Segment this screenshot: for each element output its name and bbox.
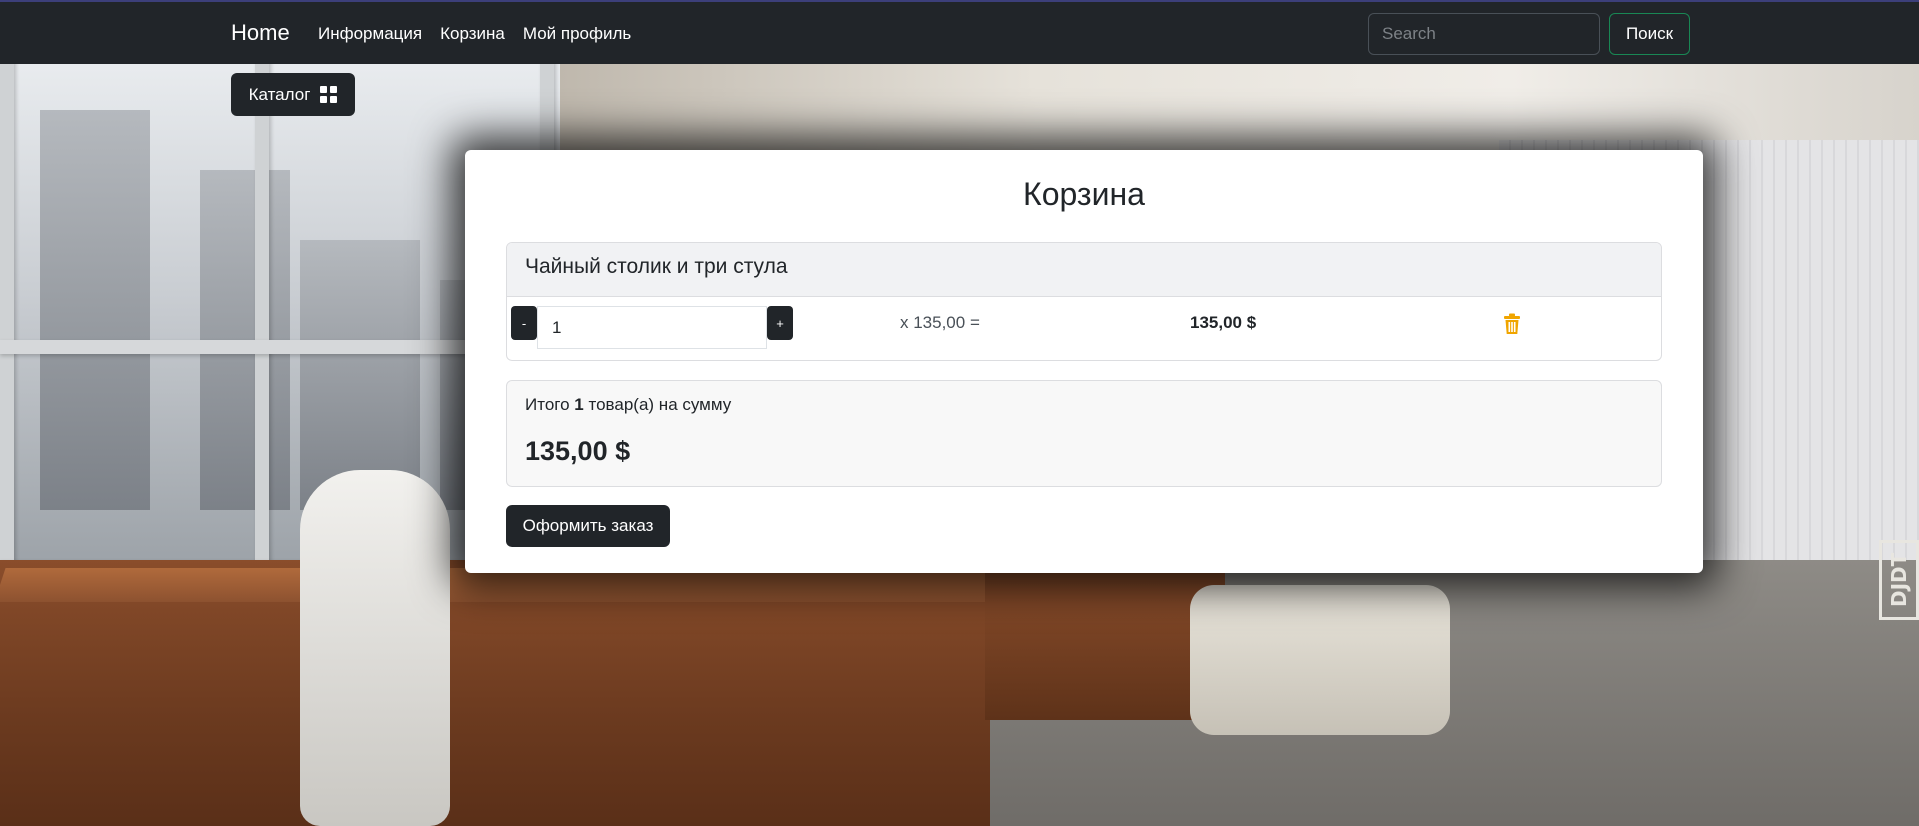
quantity-decrease-button[interactable]: -: [511, 306, 537, 340]
unit-price: x 135,00 =: [900, 313, 980, 332]
grid-icon: [320, 86, 338, 103]
summary-line: Итого 1 товар(а) на сумму: [525, 395, 731, 415]
nav-link-profile[interactable]: Мой профиль: [523, 24, 631, 44]
nav-link-info[interactable]: Информация: [318, 24, 422, 44]
page-title: Корзина: [1023, 176, 1145, 212]
bg-coffee-table: [985, 570, 1225, 720]
cart-item: Чайный столик и три стула - + x 135,00 =…: [506, 242, 1662, 361]
quantity-increase-button[interactable]: +: [767, 306, 793, 340]
watermark: DJDT: [1879, 540, 1919, 620]
line-total: 135,00 $: [1190, 313, 1257, 332]
checkout-button[interactable]: Оформить заказ: [506, 505, 670, 547]
summary-prefix: Итого: [525, 395, 570, 414]
search-button[interactable]: Поиск: [1609, 13, 1690, 55]
top-navbar: Home Информация Корзина Мой профиль Поис…: [0, 0, 1919, 64]
summary-suffix: товар(а) на сумму: [588, 395, 732, 414]
catalog-label: Каталог: [248, 84, 311, 104]
brand-home-link[interactable]: Home: [231, 20, 290, 46]
bg-desk-top: [0, 568, 1006, 602]
trash-icon[interactable]: [1502, 313, 1522, 335]
bg-building: [40, 110, 150, 510]
summary-count: 1: [574, 395, 584, 414]
summary-total: 135,00 $: [525, 436, 631, 466]
bg-office-chair: [300, 470, 450, 826]
nav-link-cart[interactable]: Корзина: [440, 24, 505, 44]
bg-mullion: [255, 60, 269, 580]
quantity-input[interactable]: [537, 306, 767, 349]
bg-mullion: [0, 60, 14, 580]
search-input[interactable]: [1368, 13, 1600, 55]
cart-panel: Корзина Чайный столик и три стула - + x …: [465, 150, 1703, 573]
bg-armchair: [1190, 585, 1450, 735]
nav-links: Информация Корзина Мой профиль: [318, 24, 631, 44]
catalog-button[interactable]: Каталог: [231, 73, 355, 116]
cart-summary: Итого 1 товар(а) на сумму 135,00 $: [506, 380, 1662, 487]
item-name: Чайный столик и три стула: [507, 243, 1661, 297]
